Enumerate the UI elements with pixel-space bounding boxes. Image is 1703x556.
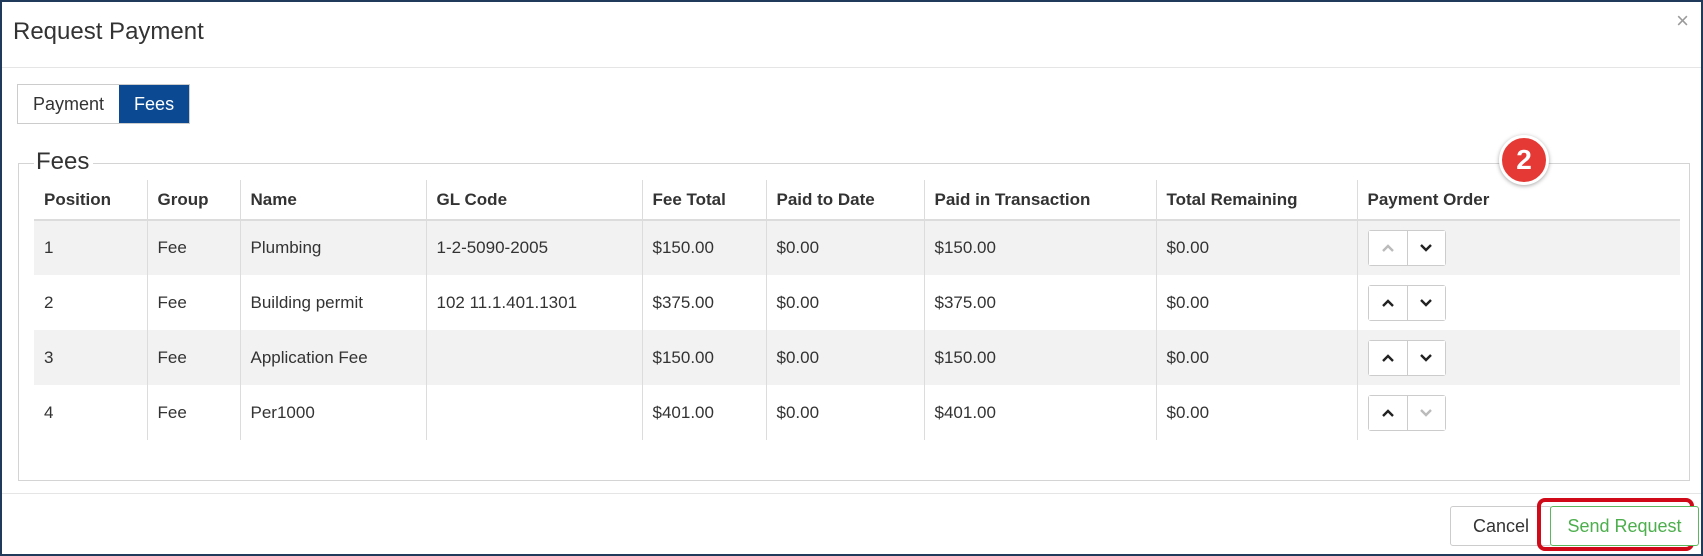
cell-total-remaining: $0.00 — [1155, 275, 1357, 330]
chevron-up-icon — [1381, 298, 1394, 307]
cell-payment-order — [1356, 385, 1680, 440]
cell-paid-in-transaction: $375.00 — [923, 275, 1156, 330]
chevron-down-icon — [1420, 244, 1432, 252]
column-header-gl-code: GL Code — [425, 180, 642, 221]
cell-gl-code: 1-2-5090-2005 — [425, 220, 642, 275]
cell-fee-total: $375.00 — [641, 275, 766, 330]
column-header-paid-to-date: Paid to Date — [765, 180, 924, 221]
step-number-badge: 2 — [1499, 135, 1549, 185]
column-header-group: Group — [146, 180, 240, 221]
cell-fee-total: $150.00 — [641, 330, 766, 385]
tab-fees[interactable]: Fees — [119, 85, 190, 123]
cell-payment-order — [1356, 330, 1680, 385]
cell-name: Per1000 — [239, 385, 426, 440]
cell-paid-in-transaction: $401.00 — [923, 385, 1156, 440]
cell-paid-to-date: $0.00 — [765, 330, 924, 385]
move-up-button[interactable] — [1368, 340, 1407, 375]
cell-total-remaining: $0.00 — [1155, 220, 1357, 275]
dialog-title: Request Payment — [13, 18, 204, 45]
cell-gl-code — [425, 385, 642, 440]
cell-paid-to-date: $0.00 — [765, 275, 924, 330]
column-header-payment-order: Payment Order — [1356, 180, 1680, 221]
table-row: 4 Fee Per1000 $401.00 $0.00 $401.00 $0.0… — [34, 385, 1680, 440]
chevron-down-icon — [1420, 298, 1432, 307]
cell-position: 3 — [34, 330, 147, 385]
cell-total-remaining: $0.00 — [1155, 385, 1357, 440]
cell-position: 2 — [44, 292, 54, 312]
column-header-name: Name — [239, 180, 426, 221]
move-down-button[interactable] — [1406, 285, 1445, 320]
move-down-button[interactable] — [1406, 231, 1445, 265]
chevron-up-icon — [1381, 408, 1394, 417]
cell-fee-total: $150.00 — [641, 220, 766, 275]
cell-name: Building permit — [239, 275, 426, 330]
column-header-position: Position — [34, 180, 147, 221]
table-row: 3 Fee Application Fee $150.00 $0.00 $150… — [34, 330, 1680, 385]
column-header-paid-in-transaction: Paid in Transaction — [923, 180, 1156, 221]
cell-group: Fee — [146, 220, 240, 275]
dialog-footer — [2, 493, 1701, 556]
chevron-down-icon — [1420, 408, 1432, 417]
cell-payment-order — [1356, 275, 1680, 330]
cell-paid-to-date: $0.00 — [765, 385, 924, 440]
cell-paid-in-transaction: $150.00 — [923, 220, 1156, 275]
move-up-button[interactable] — [1368, 395, 1407, 430]
cell-name: Application Fee — [239, 330, 426, 385]
payment-order-controls — [1367, 339, 1446, 376]
table-row: 2 Fee Building permit 102 11.1.401.1301 … — [34, 275, 1680, 330]
move-up-button[interactable] — [1368, 231, 1407, 265]
cell-paid-in-transaction: $150.00 — [923, 330, 1156, 385]
move-down-button[interactable] — [1406, 395, 1445, 430]
fees-table: Position Group Name GL Code Fee Total Pa… — [34, 180, 1680, 440]
move-down-button[interactable] — [1406, 340, 1445, 375]
cell-gl-code — [425, 330, 642, 385]
chevron-down-icon — [1420, 353, 1432, 362]
table-header-row: Position Group Name GL Code Fee Total Pa… — [34, 180, 1680, 221]
table-row: 1 Fee Plumbing 1-2-5090-2005 $150.00 $0.… — [34, 220, 1680, 275]
tab-group: Payment Fees — [17, 84, 191, 124]
column-header-total-remaining: Total Remaining — [1155, 180, 1357, 221]
cell-group: Fee — [146, 330, 240, 385]
cell-payment-order — [1356, 220, 1680, 275]
cell-total-remaining: $0.00 — [1155, 330, 1357, 385]
payment-order-controls — [1367, 284, 1446, 321]
send-request-button[interactable]: Send Request — [1550, 506, 1699, 546]
tab-payment[interactable]: Payment — [18, 85, 120, 123]
cell-name: Plumbing — [239, 220, 426, 275]
chevron-up-icon — [1381, 353, 1394, 362]
cell-paid-to-date: $0.00 — [765, 220, 924, 275]
dialog-header: Request Payment × — [2, 2, 1701, 68]
request-payment-dialog: Request Payment × Payment Fees Fees Posi… — [0, 0, 1703, 556]
cell-gl-code: 102 11.1.401.1301 — [425, 275, 642, 330]
cell-group: Fee — [146, 275, 240, 330]
move-up-button[interactable] — [1368, 285, 1407, 320]
payment-order-controls — [1367, 230, 1446, 266]
chevron-up-icon — [1381, 244, 1394, 252]
close-icon[interactable]: × — [1676, 10, 1689, 32]
column-header-fee-total: Fee Total — [641, 180, 766, 221]
fees-legend: Fees — [34, 148, 94, 176]
cell-position: 1 — [34, 220, 147, 275]
cell-group: Fee — [146, 385, 240, 440]
cell-position: 4 — [44, 402, 54, 422]
cell-fee-total: $401.00 — [641, 385, 766, 440]
payment-order-controls — [1367, 394, 1446, 431]
